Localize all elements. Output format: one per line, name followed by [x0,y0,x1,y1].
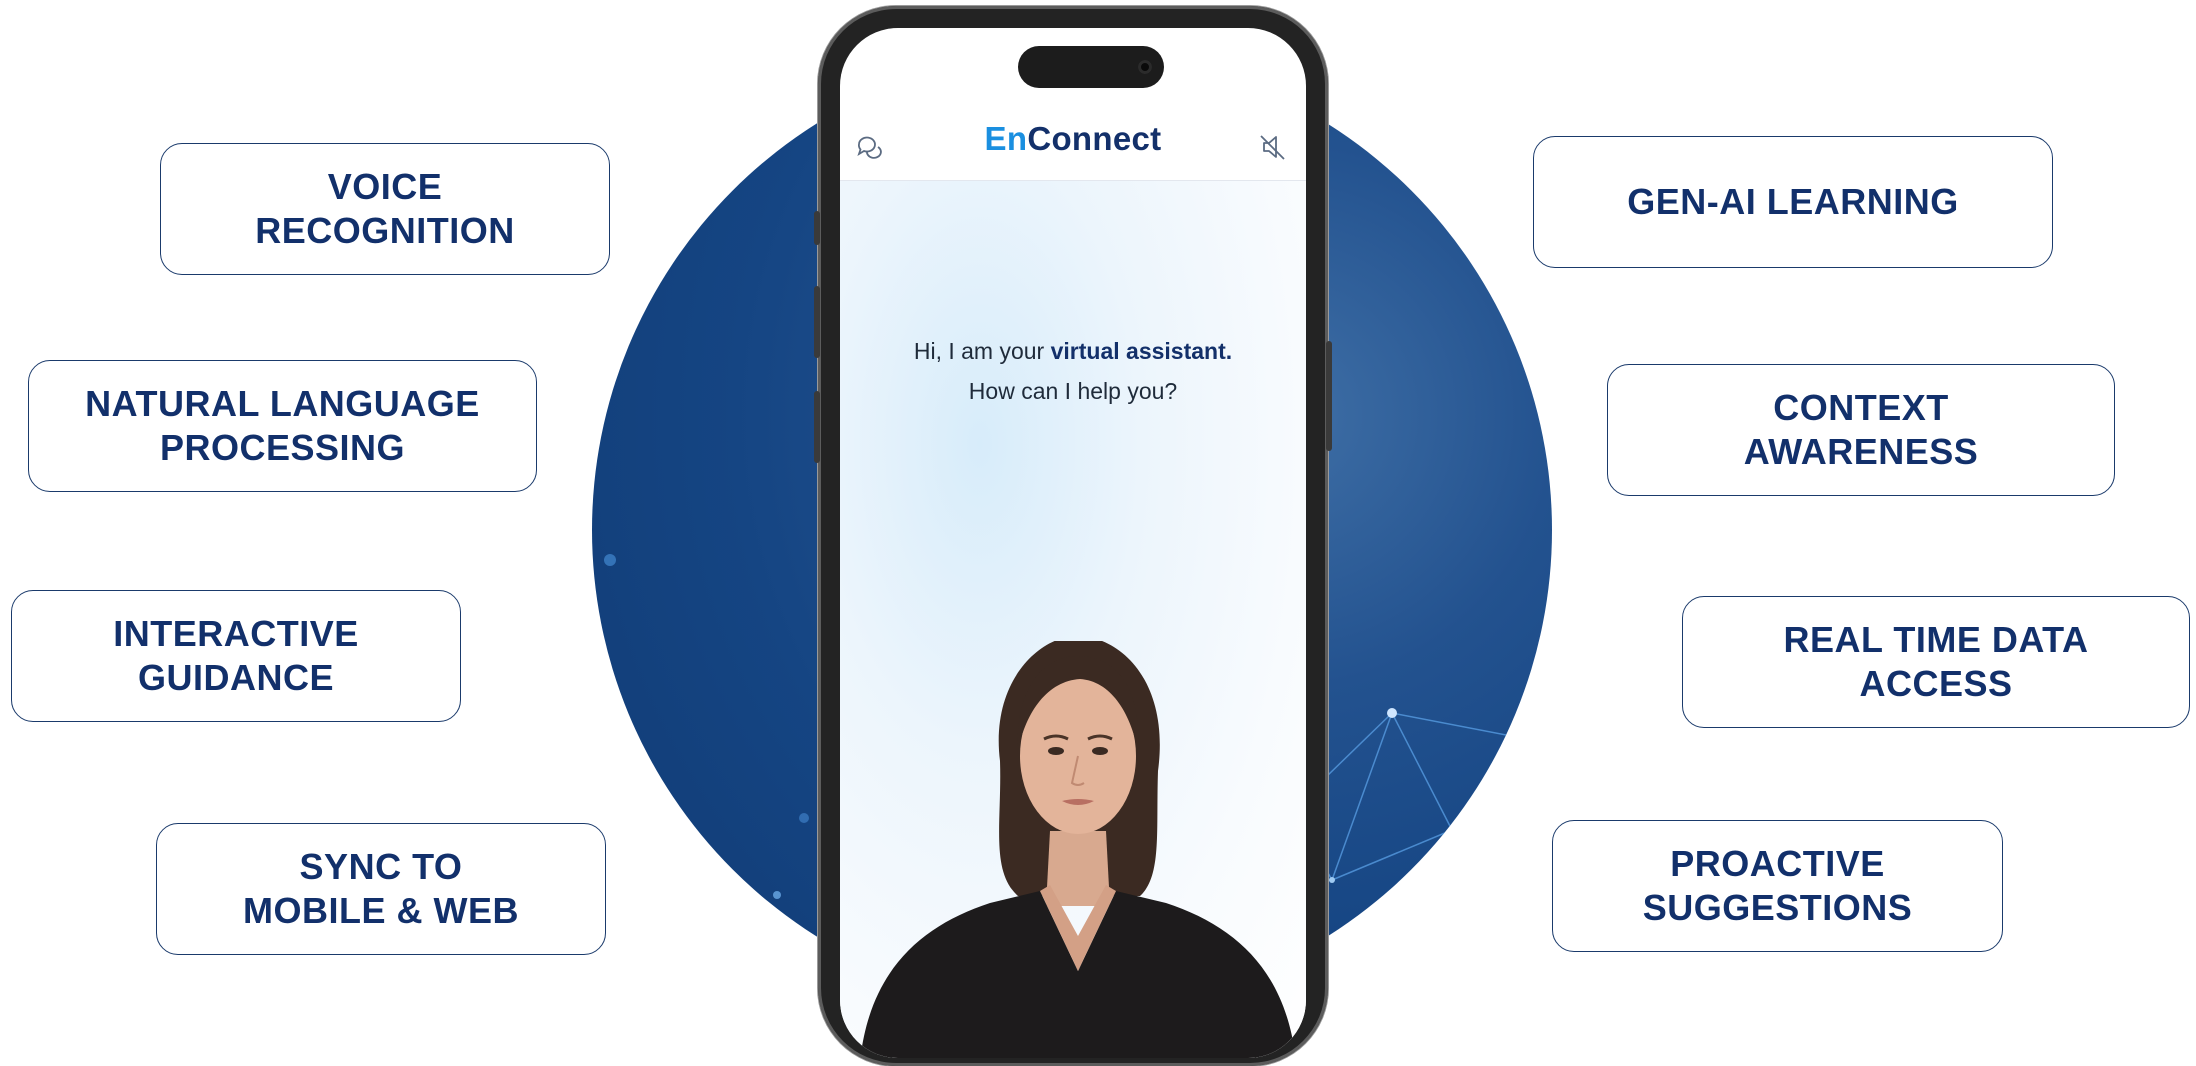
phone-frame: EnConnect Hi, I am your virtual assistan… [814,6,1332,1066]
phone-volume-down-button [814,391,820,463]
greeting-line-1: Hi, I am your virtual assistant. [840,331,1306,371]
logo-en: En [984,120,1028,157]
chat-area: Hi, I am your virtual assistant. How can… [840,181,1306,1058]
phone-volume-up-button [814,286,820,358]
app-header: EnConnect [840,98,1306,181]
feature-voice-recognition: VOICE RECOGNITION [160,143,610,275]
feature-natural-language-processing: NATURAL LANGUAGE PROCESSING [28,360,537,492]
feature-sync-to-mobile-web: SYNC TO MOBILE & WEB [156,823,606,955]
assistant-greeting: Hi, I am your virtual assistant. How can… [840,331,1306,411]
phone-power-button [1326,341,1332,451]
feature-interactive-guidance: INTERACTIVE GUIDANCE [11,590,461,722]
logo-connect: Connect [1027,120,1162,157]
speaker-muted-icon[interactable] [1258,132,1288,162]
greeting-line-2: How can I help you? [968,378,1178,404]
feature-context-awareness: CONTEXT AWARENESS [1607,364,2115,496]
feature-gen-ai-learning: GEN-AI LEARNING [1533,136,2053,268]
greeting-prefix: Hi, I am your [913,338,1051,364]
feature-proactive-suggestions: PROACTIVE SUGGESTIONS [1552,820,2003,952]
phone-screen: EnConnect Hi, I am your virtual assistan… [840,28,1306,1058]
virtual-assistant-avatar [860,641,1296,1058]
greeting-bold: virtual assistant. [1050,338,1233,364]
feature-real-time-data-access: REAL TIME DATA ACCESS [1682,596,2190,728]
app-logo: EnConnect [840,120,1306,158]
front-camera [1138,60,1152,74]
dynamic-island [1018,46,1164,88]
phone-action-button [814,211,820,245]
